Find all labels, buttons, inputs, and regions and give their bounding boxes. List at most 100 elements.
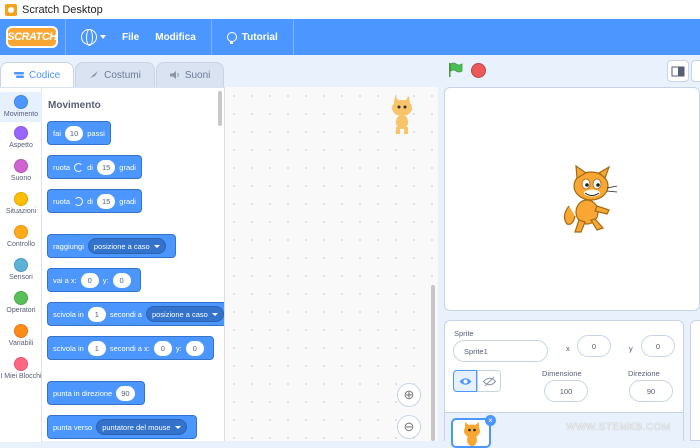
category-sensing[interactable]: Sensori (0, 258, 42, 288)
size-input[interactable]: 100 (544, 380, 588, 402)
speaker-icon (169, 71, 179, 79)
block-move-steps[interactable]: fai 10 passi (47, 121, 111, 145)
category-events[interactable]: Situazioni (0, 192, 42, 222)
y-input[interactable]: 0 (641, 335, 675, 357)
block-text: fai (53, 128, 61, 138)
motion-category-icon (14, 95, 28, 109)
tab-sounds[interactable]: Suoni (155, 62, 225, 87)
block-turn-right[interactable]: ruota di 15 gradi (47, 155, 142, 179)
block-text: ruota (53, 196, 71, 206)
direction-label: Direzione (628, 369, 660, 378)
y-input[interactable]: 0 (112, 272, 131, 288)
brush-icon (90, 71, 99, 78)
block-text: ruota (53, 162, 71, 172)
block-palette: Movimento Aspetto Suono Situazioni Contr… (0, 87, 224, 442)
tab-code-label: Codice (29, 69, 61, 81)
block-glide-xy[interactable]: scivola in 1 secondi a x: 0 y: 0 (47, 336, 214, 360)
stage[interactable] (444, 87, 700, 311)
category-label: Controllo (6, 241, 35, 248)
block-goto[interactable]: raggiungi posizione a caso (47, 234, 176, 258)
stop-button[interactable] (471, 63, 486, 78)
category-control[interactable]: Controllo (0, 225, 42, 255)
zoom-in-icon: ⊕ (403, 387, 415, 402)
y-input[interactable]: 0 (185, 340, 204, 356)
menu-bar: SCRATCH File Modifica Tutorial (0, 19, 700, 55)
sprite-name-input[interactable]: Sprite1 (453, 340, 548, 362)
edit-menu[interactable]: Modifica (147, 19, 204, 55)
block-text: punta verso (53, 422, 93, 432)
block-point-direction[interactable]: punta in direzione 90 (47, 381, 145, 405)
zoom-in-button[interactable]: ⊕ (397, 383, 421, 407)
block-goto-xy[interactable]: vai a x: 0 y: 0 (47, 268, 141, 292)
small-stage-button[interactable] (667, 60, 689, 82)
tutorial-label: Tutorial (241, 31, 278, 43)
rotate-counterclockwise-icon (74, 196, 84, 206)
x-input[interactable]: 0 (577, 335, 611, 357)
code-icon (14, 72, 24, 78)
category-looks[interactable]: Aspetto (0, 126, 42, 156)
tab-costumes-label: Costumi (104, 69, 141, 81)
category-label: Suono (10, 175, 32, 182)
tab-code[interactable]: Codice (0, 62, 75, 87)
delete-sprite-icon[interactable]: × (485, 415, 496, 426)
zoom-out-button[interactable]: ⊖ (397, 415, 421, 439)
chevron-down-icon (100, 35, 106, 39)
sensing-category-icon (14, 258, 28, 272)
show-sprite-button[interactable] (453, 370, 477, 392)
scratch-logo[interactable]: SCRATCH (6, 26, 58, 48)
lightbulb-icon (226, 32, 237, 44)
workspace-scrollbar[interactable] (431, 285, 435, 441)
block-text: vai a x: (53, 275, 77, 285)
category-my-blocks[interactable]: I Miei Blocchi (0, 357, 42, 393)
degrees-input[interactable]: 15 (96, 159, 116, 175)
sound-category-icon (14, 159, 28, 173)
eye-icon (459, 377, 471, 385)
category-operators[interactable]: Operatori (0, 291, 42, 321)
target-dropdown[interactable]: posizione a caso (145, 306, 224, 322)
window-title: Scratch Desktop (22, 3, 103, 16)
palette-scrollbar[interactable] (218, 91, 222, 126)
category-label: I Miei Blocchi (0, 373, 42, 380)
category-sound[interactable]: Suono (0, 159, 42, 189)
steps-input[interactable]: 10 (64, 125, 84, 141)
language-menu[interactable] (73, 19, 114, 55)
x-input[interactable]: 0 (80, 272, 99, 288)
tutorial-menu[interactable]: Tutorial (219, 19, 286, 55)
editor-tabs: Codice Costumi Suoni (0, 62, 225, 87)
block-text: gradi (119, 196, 136, 206)
degrees-input[interactable]: 15 (96, 193, 116, 209)
section-title: Movimento (48, 100, 101, 111)
x-input[interactable]: 0 (153, 340, 172, 356)
looks-category-icon (14, 126, 28, 140)
block-text: y: (102, 275, 109, 285)
block-text: raggiungi (53, 241, 84, 251)
block-text: passi (87, 128, 105, 138)
category-menu: Movimento Aspetto Suono Situazioni Contr… (0, 88, 42, 442)
target-dropdown[interactable]: puntatore del mouse (96, 419, 187, 435)
target-dropdown[interactable]: posizione a caso (87, 238, 166, 254)
cat-sprite[interactable] (559, 164, 621, 236)
hide-sprite-button[interactable] (477, 370, 501, 392)
seconds-input[interactable]: 1 (87, 340, 106, 356)
category-motion[interactable]: Movimento (0, 92, 42, 122)
category-variables[interactable]: Variabili (0, 324, 42, 354)
block-text: scivola in (53, 343, 84, 353)
seconds-input[interactable]: 1 (87, 306, 106, 322)
large-stage-button[interactable] (691, 60, 700, 82)
direction-input[interactable]: 90 (629, 380, 673, 402)
direction-input[interactable]: 90 (116, 385, 135, 401)
operators-category-icon (14, 291, 28, 305)
tab-costumes[interactable]: Costumi (75, 62, 155, 87)
category-label: Variabili (8, 340, 34, 347)
block-point-towards[interactable]: punta verso puntatore del mouse (47, 415, 197, 439)
block-turn-left[interactable]: ruota di 15 gradi (47, 189, 142, 213)
backdrop-panel[interactable] (690, 320, 700, 441)
block-text: punta in direzione (53, 388, 113, 398)
file-menu[interactable]: File (114, 19, 147, 55)
green-flag-icon[interactable] (447, 62, 463, 78)
script-workspace[interactable]: ⊕ ⊖ (224, 87, 438, 441)
control-category-icon (14, 225, 28, 239)
menu-separator (292, 19, 294, 55)
globe-icon (81, 29, 97, 46)
block-glide[interactable]: scivola in 1 secondi a posizione a caso (47, 302, 224, 326)
